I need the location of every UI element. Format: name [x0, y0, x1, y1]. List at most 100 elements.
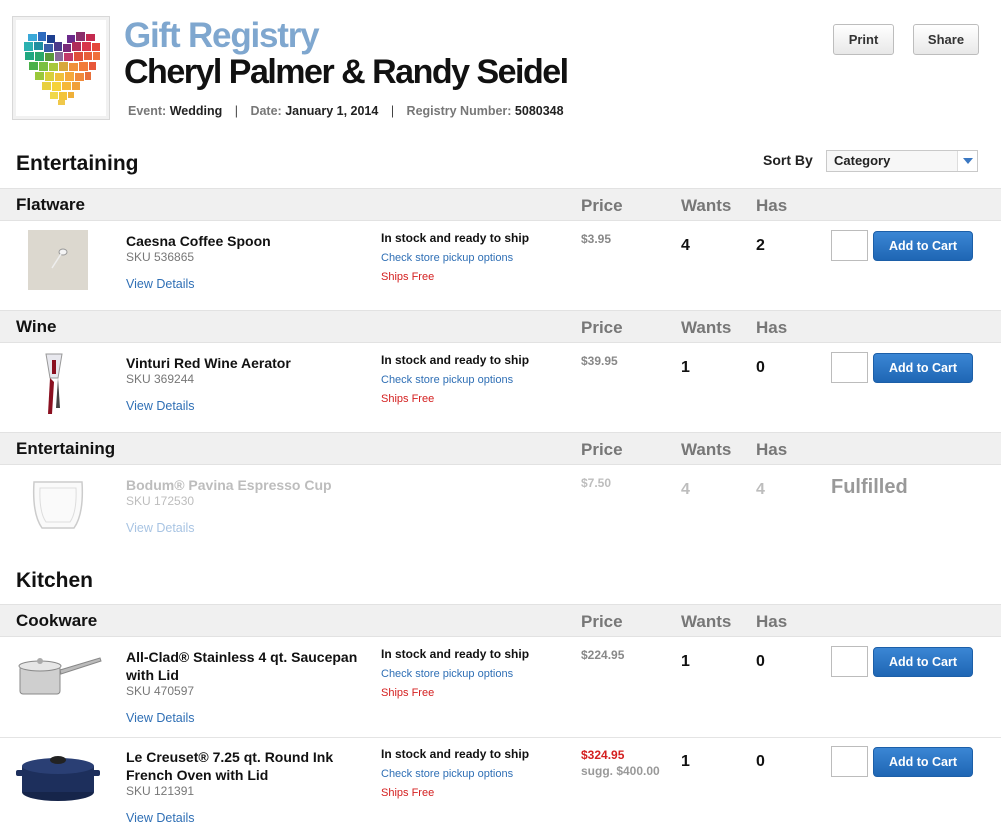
sort-select[interactable]: Category	[826, 150, 978, 172]
product-price: $7.50	[581, 476, 612, 490]
event-value: Wedding	[169, 104, 223, 118]
wine-aerator-icon	[45, 353, 63, 414]
section-title-kitchen: Kitchen	[16, 569, 94, 592]
date-value: January 1, 2014	[285, 104, 379, 118]
view-details-link[interactable]: View Details	[126, 711, 195, 725]
product-image-saucepan[interactable]	[14, 652, 104, 702]
price-column-header: Price	[581, 318, 623, 337]
store-pickup-link[interactable]: Check store pickup options	[381, 768, 513, 780]
product-image-coffee-spoon[interactable]	[28, 230, 88, 290]
saucepan-icon	[18, 657, 102, 695]
registry-item-fulfilled: Bodum® Pavina Espresso Cup SKU 172530 Vi…	[0, 466, 1001, 554]
quantity-input[interactable]	[831, 352, 868, 383]
has-count: 0	[756, 359, 765, 376]
wants-count: 1	[681, 653, 690, 670]
sort-select-value: Category	[834, 153, 891, 168]
store-pickup-link[interactable]: Check store pickup options	[381, 374, 513, 386]
sale-price: $324.95	[581, 748, 625, 762]
spoon-icon	[51, 248, 68, 269]
view-details-link[interactable]: View Details	[126, 399, 195, 413]
add-to-cart-button[interactable]: Add to Cart	[873, 231, 973, 261]
has-count: 0	[756, 753, 765, 770]
date-label: Date:	[250, 104, 282, 118]
product-name[interactable]: Caesna Coffee Spoon	[126, 232, 371, 250]
quantity-input[interactable]	[831, 230, 868, 261]
price-column-header: Price	[581, 196, 623, 215]
meta-separator: |	[390, 104, 395, 118]
product-name[interactable]: Bodum® Pavina Espresso Cup	[126, 476, 371, 494]
product-name[interactable]: Vinturi Red Wine Aerator	[126, 354, 371, 372]
product-name[interactable]: All-Clad® Stainless 4 qt. Saucepan with …	[126, 648, 371, 684]
event-label: Event:	[128, 104, 167, 118]
store-pickup-link[interactable]: Check store pickup options	[381, 668, 513, 680]
registry-number-value: 5080348	[514, 104, 564, 118]
ships-free-label: Ships Free	[381, 687, 435, 699]
has-count: 4	[756, 481, 765, 498]
section-title-entertaining: Entertaining	[16, 152, 139, 175]
wants-column-header: Wants	[681, 612, 732, 631]
stock-status: In stock and ready to ship	[381, 231, 530, 245]
product-price: $224.95	[581, 648, 625, 662]
has-column-header: Has	[756, 612, 788, 631]
stock-status: In stock and ready to ship	[381, 353, 530, 367]
french-oven-icon	[16, 756, 100, 801]
view-details-link[interactable]: View Details	[126, 521, 195, 535]
product-name[interactable]: Le Creuset® 7.25 qt. Round Ink French Ov…	[126, 748, 371, 784]
product-sku: SKU 172530	[126, 494, 195, 508]
has-count: 0	[756, 653, 765, 670]
product-image-french-oven[interactable]	[14, 748, 104, 804]
registry-item: All-Clad® Stainless 4 qt. Saucepan with …	[0, 638, 1001, 738]
category-title: Cookware	[16, 611, 98, 630]
has-column-header: Has	[756, 440, 788, 459]
suggested-price: sugg. $400.00	[581, 764, 660, 778]
wants-column-header: Wants	[681, 318, 732, 337]
store-pickup-link[interactable]: Check store pickup options	[381, 252, 513, 264]
product-price: $3.95	[581, 232, 612, 246]
price-column-header: Price	[581, 440, 623, 459]
registry-meta: Event: Wedding | Date: January 1, 2014 |…	[128, 104, 564, 118]
registry-item: Caesna Coffee Spoon SKU 536865 View Deta…	[0, 222, 1001, 310]
page-title: Gift Registry	[124, 16, 320, 55]
ships-free-label: Ships Free	[381, 787, 435, 799]
category-bar-cookware: Cookware Price Wants Has	[0, 604, 1001, 637]
has-column-header: Has	[756, 318, 788, 337]
category-bar-wine: Wine Price Wants Has	[0, 310, 1001, 343]
fulfilled-status: Fulfilled	[831, 476, 908, 498]
wants-count: 4	[681, 237, 690, 254]
category-title: Wine	[16, 317, 57, 336]
product-sku: SKU 536865	[126, 250, 195, 264]
product-image-wine-aerator[interactable]	[36, 348, 72, 418]
wants-count: 1	[681, 753, 690, 770]
product-image-espresso-cup[interactable]	[28, 474, 88, 536]
ships-free-label: Ships Free	[381, 271, 435, 283]
view-details-link[interactable]: View Details	[126, 811, 195, 825]
add-to-cart-button[interactable]: Add to Cart	[873, 353, 973, 383]
product-sku: SKU 470597	[126, 684, 195, 698]
print-button[interactable]: Print	[833, 24, 894, 55]
product-sku: SKU 369244	[126, 372, 195, 386]
stock-status: In stock and ready to ship	[381, 747, 530, 761]
category-bar-flatware: Flatware Price Wants Has	[0, 188, 1001, 221]
category-bar-entertaining: Entertaining Price Wants Has	[0, 432, 1001, 465]
share-button[interactable]: Share	[913, 24, 979, 55]
price-column-header: Price	[581, 612, 623, 631]
registry-item: Le Creuset® 7.25 qt. Round Ink French Ov…	[0, 738, 1001, 840]
wants-count: 1	[681, 359, 690, 376]
add-to-cart-button[interactable]: Add to Cart	[873, 647, 973, 677]
heart-collage-icon	[24, 32, 100, 105]
add-to-cart-button[interactable]: Add to Cart	[873, 747, 973, 777]
category-title: Flatware	[16, 195, 85, 214]
quantity-input[interactable]	[831, 646, 868, 677]
espresso-cup-icon	[32, 481, 84, 529]
wants-count: 4	[681, 481, 690, 498]
registry-item: Vinturi Red Wine Aerator SKU 369244 View…	[0, 344, 1001, 432]
registry-number-label: Registry Number:	[406, 104, 512, 118]
chevron-down-icon	[957, 151, 977, 171]
registrant-names: Cheryl Palmer & Randy Seidel	[124, 53, 569, 91]
wants-column-header: Wants	[681, 440, 732, 459]
has-count: 2	[756, 237, 765, 254]
meta-separator: |	[234, 104, 238, 118]
quantity-input[interactable]	[831, 746, 868, 777]
view-details-link[interactable]: View Details	[126, 277, 195, 291]
registry-logo	[12, 16, 110, 120]
